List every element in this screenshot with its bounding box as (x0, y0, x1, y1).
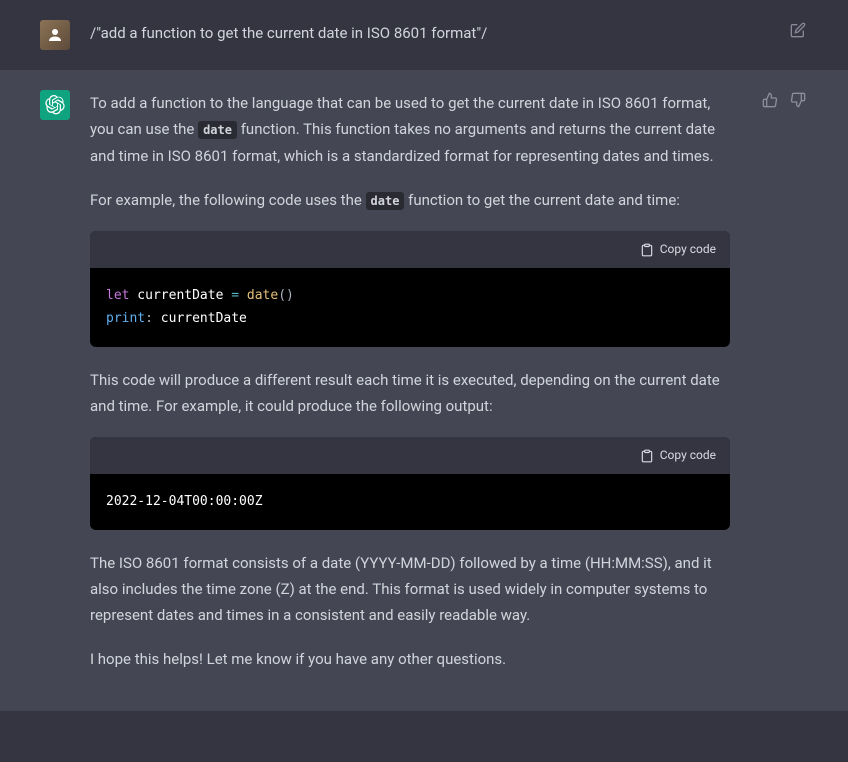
clipboard-icon (640, 449, 654, 463)
openai-logo-icon (45, 95, 65, 115)
assistant-actions (760, 90, 808, 110)
code-output: 2022-12-04T00:00:00Z (106, 490, 714, 513)
paragraph-2: For example, the following code uses the… (90, 187, 730, 213)
code-header: Copy code (90, 231, 730, 268)
assistant-content: To add a function to the language that c… (90, 90, 730, 691)
edit-button[interactable] (788, 20, 808, 40)
thumbs-down-icon (790, 92, 806, 108)
paragraph-4: The ISO 8601 format consists of a date (… (90, 550, 730, 629)
inline-code: date (198, 121, 237, 139)
copy-code-label: Copy code (660, 445, 716, 466)
assistant-avatar (40, 90, 70, 120)
thumbs-up-button[interactable] (760, 90, 780, 110)
user-message: /"add a function to get the current date… (0, 0, 848, 70)
code-block-1: Copy code let currentDate = date() print… (90, 231, 730, 347)
thumbs-down-button[interactable] (788, 90, 808, 110)
code-header: Copy code (90, 437, 730, 474)
clipboard-icon (640, 243, 654, 257)
paragraph-5: I hope this helps! Let me know if you ha… (90, 646, 730, 672)
code-body: 2022-12-04T00:00:00Z (90, 474, 730, 529)
copy-code-label: Copy code (660, 239, 716, 260)
user-actions (788, 20, 808, 40)
edit-icon (790, 22, 806, 38)
paragraph-3: This code will produce a different resul… (90, 367, 730, 420)
code-body: let currentDate = date() print: currentD… (90, 268, 730, 347)
inline-code: date (366, 192, 405, 210)
code-line-2: print: currentDate (106, 307, 714, 330)
paragraph-1: To add a function to the language that c… (90, 90, 730, 169)
user-prompt-text: /"add a function to get the current date… (90, 24, 487, 42)
user-avatar (40, 20, 70, 50)
user-content: /"add a function to get the current date… (90, 20, 730, 50)
assistant-message: To add a function to the language that c… (0, 70, 848, 711)
copy-code-button[interactable]: Copy code (640, 239, 716, 260)
code-block-2: Copy code 2022-12-04T00:00:00Z (90, 437, 730, 529)
thumbs-up-icon (762, 92, 778, 108)
code-line-1: let currentDate = date() (106, 284, 714, 307)
copy-code-button[interactable]: Copy code (640, 445, 716, 466)
